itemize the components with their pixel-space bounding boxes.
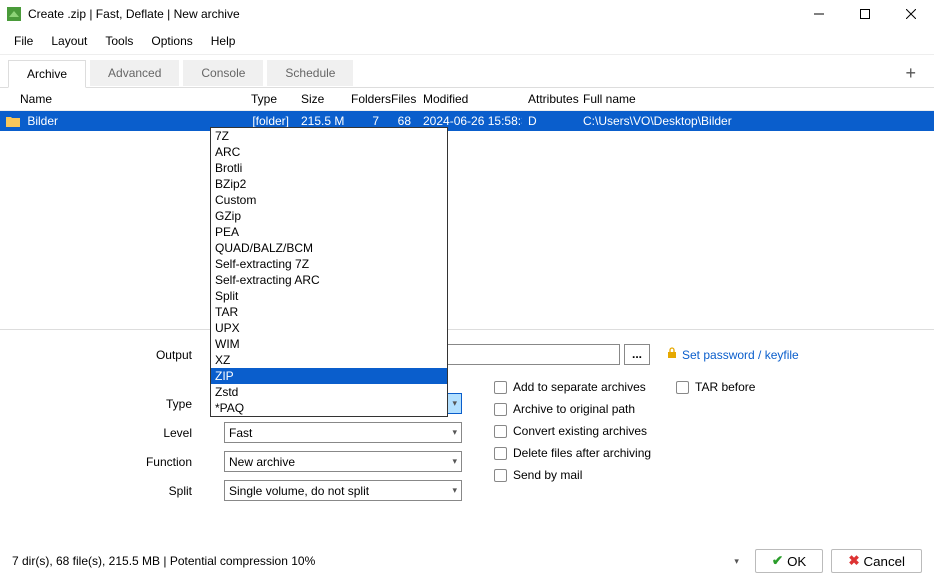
menu-file[interactable]: File [6, 32, 41, 50]
level-select[interactable]: Fast▾ [224, 422, 462, 443]
type-label: Type [12, 397, 210, 411]
chevron-down-icon: ▾ [452, 427, 457, 438]
status-text: 7 dir(s), 68 file(s), 215.5 MB | Potenti… [12, 554, 315, 568]
level-label: Level [12, 426, 210, 440]
col-name[interactable]: Name [0, 88, 245, 110]
chk-original[interactable]: Archive to original path [494, 402, 651, 416]
dropdown-item[interactable]: Zstd [211, 384, 447, 400]
chevron-down-icon: ▾ [452, 456, 457, 467]
dropdown-item[interactable]: XZ [211, 352, 447, 368]
menu-options[interactable]: Options [143, 32, 200, 50]
output-label: Output [12, 348, 210, 362]
col-fullname[interactable]: Full name [577, 88, 934, 110]
close-button[interactable] [888, 0, 934, 28]
check-icon: ✔ [772, 553, 783, 569]
chevron-down-icon: ▾ [452, 485, 457, 496]
chk-delete[interactable]: Delete files after archiving [494, 446, 651, 460]
tab-console[interactable]: Console [183, 60, 263, 86]
window-title: Create .zip | Fast, Deflate | New archiv… [28, 7, 240, 21]
tabbar: Archive Advanced Console Schedule + [0, 55, 934, 87]
dropdown-item[interactable]: Brotli [211, 160, 447, 176]
col-modified[interactable]: Modified [417, 88, 522, 110]
dropdown-item[interactable]: *PAQ [211, 400, 447, 416]
dropdown-item[interactable]: QUAD/BALZ/BCM [211, 240, 447, 256]
dropdown-item[interactable]: Split [211, 288, 447, 304]
row-name: Bilder [27, 114, 58, 128]
chk-separate[interactable]: Add to separate archives [494, 380, 651, 394]
menu-layout[interactable]: Layout [43, 32, 95, 50]
tab-archive[interactable]: Archive [8, 60, 86, 88]
col-attributes[interactable]: Attributes [522, 88, 577, 110]
lock-icon [666, 347, 678, 362]
table-row[interactable]: Bilder [folder] 215.5 MB 7 68 2024-06-26… [0, 111, 934, 131]
function-label: Function [12, 455, 210, 469]
table-header: Name Type Size Folders Files Modified At… [0, 87, 934, 111]
col-folders[interactable]: Folders [345, 88, 385, 110]
form-section: Output ▾ ... Set password / keyfile Type… [0, 330, 934, 519]
status-dropdown-icon[interactable]: ▾ [734, 556, 739, 567]
dropdown-item[interactable]: Self-extracting ARC [211, 272, 447, 288]
dropdown-item[interactable]: PEA [211, 224, 447, 240]
menu-help[interactable]: Help [203, 32, 244, 50]
menu-tools[interactable]: Tools [97, 32, 141, 50]
chevron-down-icon: ▾ [452, 398, 457, 409]
col-files[interactable]: Files [385, 88, 417, 110]
menubar: File Layout Tools Options Help [0, 28, 934, 55]
browse-button[interactable]: ... [624, 344, 650, 365]
table-body: Bilder [folder] 215.5 MB 7 68 2024-06-26… [0, 111, 934, 330]
split-select[interactable]: Single volume, do not split▾ [224, 480, 462, 501]
dropdown-item[interactable]: 7Z [211, 128, 447, 144]
cancel-button[interactable]: ✖ Cancel [831, 549, 922, 573]
titlebar: Create .zip | Fast, Deflate | New archiv… [0, 0, 934, 28]
dropdown-item[interactable]: Self-extracting 7Z [211, 256, 447, 272]
chk-mail[interactable]: Send by mail [494, 468, 651, 482]
tab-schedule[interactable]: Schedule [267, 60, 353, 86]
split-label: Split [12, 484, 210, 498]
col-size[interactable]: Size [295, 88, 345, 110]
window-controls [796, 0, 934, 28]
app-icon [6, 6, 22, 22]
x-icon: ✖ [848, 553, 859, 569]
set-password-link[interactable]: Set password / keyfile [666, 347, 799, 362]
dropdown-item[interactable]: ZIP [211, 368, 447, 384]
add-button[interactable]: + [895, 61, 926, 86]
checkbox-column-2: TAR before [676, 380, 755, 394]
type-dropdown-list[interactable]: 7ZARCBrotliBZip2CustomGZipPEAQUAD/BALZ/B… [210, 127, 448, 417]
maximize-button[interactable] [842, 0, 888, 28]
row-fullname: C:\Users\VO\Desktop\Bilder [577, 111, 934, 131]
dropdown-item[interactable]: BZip2 [211, 176, 447, 192]
checkbox-column: Add to separate archives Archive to orig… [494, 380, 651, 482]
ok-button[interactable]: ✔ OK [755, 549, 823, 573]
statusbar: 7 dir(s), 68 file(s), 215.5 MB | Potenti… [0, 543, 934, 579]
dropdown-item[interactable]: GZip [211, 208, 447, 224]
minimize-button[interactable] [796, 0, 842, 28]
chk-tarbefore[interactable]: TAR before [676, 380, 755, 394]
dropdown-item[interactable]: TAR [211, 304, 447, 320]
row-attributes: D [522, 111, 577, 131]
folder-icon [6, 116, 20, 128]
tab-advanced[interactable]: Advanced [90, 60, 179, 86]
function-select[interactable]: New archive▾ [224, 451, 462, 472]
dropdown-item[interactable]: ARC [211, 144, 447, 160]
col-type[interactable]: Type [245, 88, 295, 110]
dropdown-item[interactable]: Custom [211, 192, 447, 208]
dropdown-item[interactable]: WIM [211, 336, 447, 352]
dropdown-item[interactable]: UPX [211, 320, 447, 336]
chk-convert[interactable]: Convert existing archives [494, 424, 651, 438]
